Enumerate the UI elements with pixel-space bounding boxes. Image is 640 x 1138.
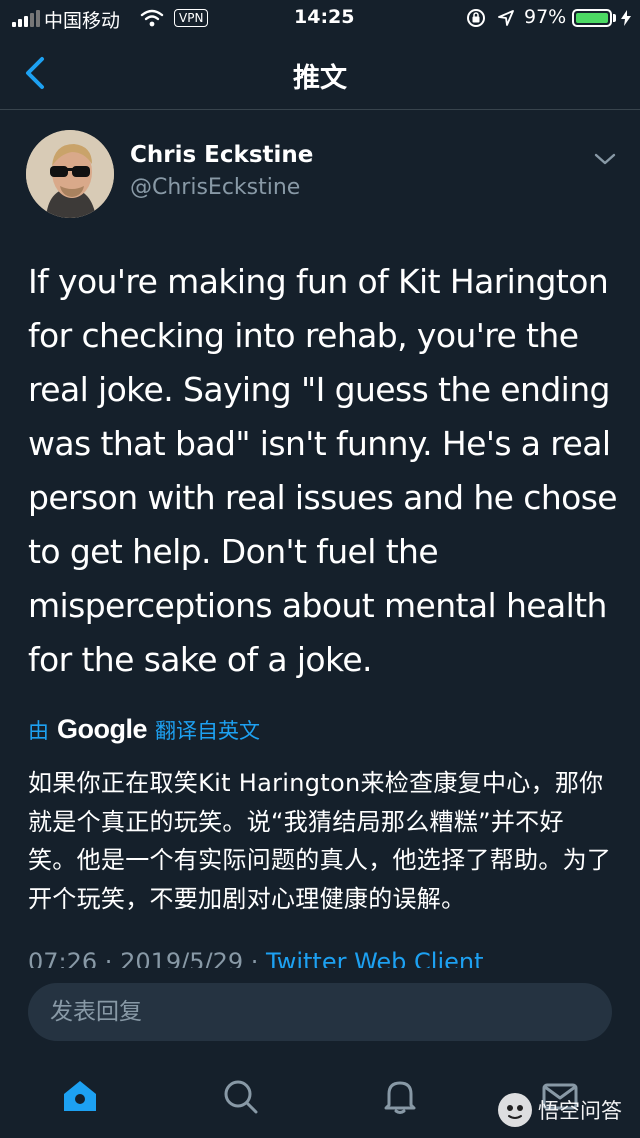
reply-input[interactable]: 发表回复: [28, 983, 612, 1041]
signal-icon: [12, 10, 40, 27]
battery-icon: [572, 9, 612, 27]
avatar[interactable]: [26, 130, 114, 218]
location-icon: [498, 10, 514, 26]
rotation-lock-icon: [467, 9, 485, 27]
page-title: 推文: [293, 63, 347, 94]
meta-separator: ·: [243, 948, 267, 968]
meta-separator: ·: [97, 948, 121, 968]
watermark-text: 悟空问答: [538, 1099, 622, 1123]
battery-percent: 97%: [524, 6, 567, 28]
tweet-meta: 07:26 · 2019/5/29 · Twitter Web Client: [28, 944, 484, 968]
battery-tip: [613, 14, 616, 22]
google-logo: Google: [57, 714, 148, 744]
translated-text: 如果你正在取笑Kit Harington来检查康复中心，那你就是个真正的玩笑。说…: [28, 769, 612, 913]
clock: 14:25: [294, 6, 355, 28]
notifications-icon[interactable]: [380, 1076, 420, 1116]
search-icon[interactable]: [220, 1076, 260, 1116]
translate-suffix: 翻译自英文: [155, 718, 260, 743]
tweet-text: If you're making fun of Kit Harington fo…: [28, 262, 618, 679]
translate-prefix: 由: [28, 718, 49, 743]
home-icon[interactable]: [60, 1076, 100, 1116]
wukong-logo-icon: [498, 1093, 532, 1127]
wifi-icon: [140, 9, 164, 27]
translation-attribution[interactable]: 由 Google 翻译自英文: [28, 714, 260, 745]
vpn-badge: VPN: [174, 9, 209, 27]
carrier-label: 中国移动: [44, 10, 121, 32]
author-name[interactable]: Chris Eckstine: [130, 142, 313, 168]
chevron-down-icon[interactable]: [592, 150, 618, 168]
tweet-client-link[interactable]: Twitter Web Client: [266, 948, 484, 968]
tweet-date: 2019/5/29: [120, 948, 244, 968]
author-handle[interactable]: @ChrisEckstine: [130, 175, 300, 200]
watermark: 悟空问答: [498, 1093, 622, 1127]
nav-bar: 推文: [0, 36, 640, 110]
tweet-time: 07:26: [28, 948, 98, 968]
charging-icon: [621, 10, 631, 26]
status-bar: 中国移动 VPN 14:25 97%: [0, 0, 640, 36]
